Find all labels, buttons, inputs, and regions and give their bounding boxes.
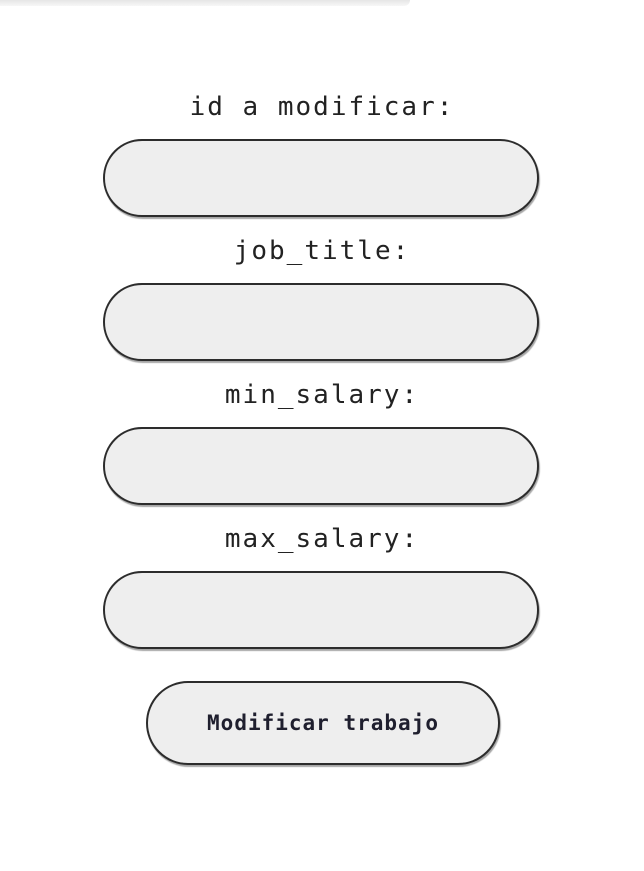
top-edge-shadow (0, 0, 410, 6)
max-salary-input[interactable] (103, 571, 539, 649)
id-input[interactable] (103, 139, 539, 217)
max-salary-label: max_salary: (224, 524, 420, 554)
job-title-label: job_title: (233, 236, 411, 266)
job-title-input[interactable] (103, 283, 539, 361)
modify-job-button[interactable]: Modificar trabajo (146, 681, 500, 765)
id-label: id a modificar: (189, 92, 455, 122)
min-salary-label: min_salary: (224, 380, 420, 410)
min-salary-input[interactable] (103, 427, 539, 505)
